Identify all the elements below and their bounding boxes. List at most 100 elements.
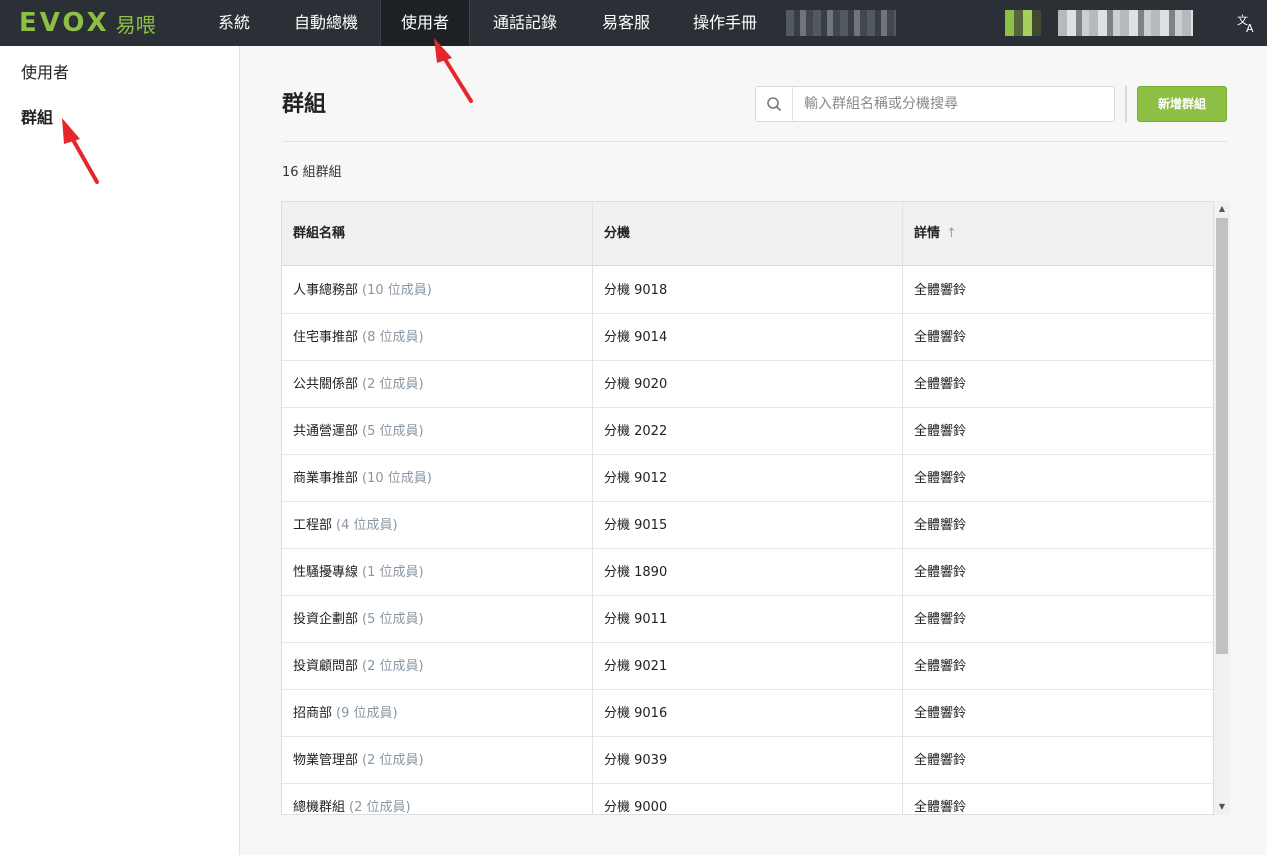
- column-divider: [592, 202, 593, 814]
- header-divider: [282, 141, 1227, 142]
- cell-group-name[interactable]: 投資企劃部 (5 位成員): [282, 596, 592, 643]
- cell-detail: 全體響鈴: [914, 471, 967, 486]
- column-header-extension[interactable]: 分機: [593, 202, 903, 266]
- group-name: 物業管理部: [293, 753, 359, 768]
- group-name: 招商部: [293, 706, 333, 721]
- sidebar-item-groups[interactable]: 群組: [21, 104, 53, 128]
- table-row[interactable]: 性騷擾專線 (1 位成員) 分機 1890 全體響鈴: [282, 549, 1213, 596]
- cell-group-name[interactable]: 商業事推部 (10 位成員): [282, 455, 592, 502]
- group-name: 公共關係部: [293, 377, 359, 392]
- cell-group-name[interactable]: 共通營運部 (5 位成員): [282, 408, 592, 455]
- table-row[interactable]: 投資顧問部 (2 位成員) 分機 9021 全體響鈴: [282, 643, 1213, 690]
- cell-extension: 分機 9015: [604, 518, 668, 533]
- member-count: (8 位成員): [362, 330, 424, 345]
- cell-group-name[interactable]: 總機群組 (2 位成員): [282, 784, 592, 814]
- table-row[interactable]: 商業事推部 (10 位成員) 分機 9012 全體響鈴: [282, 455, 1213, 502]
- cell-extension: 分機 9016: [604, 706, 668, 721]
- member-count: (2 位成員): [362, 659, 424, 674]
- table-row[interactable]: 投資企劃部 (5 位成員) 分機 9011 全體響鈴: [282, 596, 1213, 643]
- nav-users[interactable]: 使用者: [380, 0, 470, 46]
- nav-manual[interactable]: 操作手冊: [680, 0, 770, 46]
- group-count: 16 組群組: [282, 165, 342, 180]
- redacted-avatar: [1005, 10, 1041, 36]
- column-divider: [902, 202, 903, 814]
- member-count: (10 位成員): [362, 283, 432, 298]
- cell-group-name[interactable]: 物業管理部 (2 位成員): [282, 737, 592, 784]
- search-input[interactable]: [794, 87, 1112, 121]
- cell-extension: 分機 9012: [604, 471, 668, 486]
- group-name: 住宅事推部: [293, 330, 359, 345]
- cell-detail: 全體響鈴: [914, 706, 967, 721]
- column-header-detail-label: 詳情: [914, 226, 941, 241]
- svg-text:A: A: [1246, 22, 1254, 34]
- nav-call-records[interactable]: 通話記錄: [480, 0, 570, 46]
- cell-detail: 全體響鈴: [914, 800, 967, 815]
- scrollbar-thumb[interactable]: [1216, 218, 1228, 654]
- scroll-down-arrow-icon[interactable]: ▼: [1214, 799, 1230, 815]
- cell-extension: 分機 9039: [604, 753, 668, 768]
- member-count: (1 位成員): [362, 565, 424, 580]
- cell-extension: 分機 1890: [604, 565, 668, 580]
- column-header-group-name[interactable]: 群組名稱: [282, 202, 593, 266]
- table-row[interactable]: 公共關係部 (2 位成員) 分機 9020 全體響鈴: [282, 361, 1213, 408]
- scroll-up-arrow-icon[interactable]: ▲: [1214, 201, 1230, 217]
- group-name: 投資企劃部: [293, 612, 359, 627]
- cell-detail: 全體響鈴: [914, 330, 967, 345]
- member-count: (10 位成員): [362, 471, 432, 486]
- cell-extension: 分機 9018: [604, 283, 668, 298]
- cell-detail: 全體響鈴: [914, 377, 967, 392]
- cell-group-name[interactable]: 工程部 (4 位成員): [282, 502, 592, 549]
- add-group-button[interactable]: 新增群組: [1137, 86, 1227, 122]
- groups-table: 群組名稱 分機 詳情 ↑ 人事總務部 (10 位成員) 分機 9018 全體響鈴 住宅事推…: [281, 201, 1214, 815]
- search-icon[interactable]: [756, 87, 793, 121]
- sidebar-item-users[interactable]: 使用者: [21, 59, 69, 83]
- group-name: 投資顧問部: [293, 659, 359, 674]
- cell-extension: 分機 9000: [604, 800, 668, 815]
- translate-icon[interactable]: 文 A: [1236, 12, 1258, 35]
- group-name: 性騷擾專線: [293, 565, 359, 580]
- sidebar: 使用者 群組: [0, 46, 240, 855]
- column-header-detail[interactable]: 詳情 ↑: [903, 202, 1213, 266]
- redacted-user-name: [1058, 10, 1193, 36]
- cell-group-name[interactable]: 性騷擾專線 (1 位成員): [282, 549, 592, 596]
- sort-ascending-icon[interactable]: ↑: [946, 226, 957, 241]
- member-count: (4 位成員): [336, 518, 398, 533]
- table-row[interactable]: 招商部 (9 位成員) 分機 9016 全體響鈴: [282, 690, 1213, 737]
- table-row[interactable]: 工程部 (4 位成員) 分機 9015 全體響鈴: [282, 502, 1213, 549]
- cell-detail: 全體響鈴: [914, 659, 967, 674]
- top-navigation-bar: EVOX 易喂 系統 自動總機 使用者 通話記錄 易客服 操作手冊 文 A: [0, 0, 1267, 46]
- group-name: 共通營運部: [293, 424, 359, 439]
- page-title: 群組: [282, 92, 327, 117]
- logo-cn-text: 易喂: [115, 12, 156, 37]
- table-row[interactable]: 共通營運部 (5 位成員) 分機 2022 全體響鈴: [282, 408, 1213, 455]
- nav-easy-service[interactable]: 易客服: [592, 0, 660, 46]
- cell-group-name[interactable]: 人事總務部 (10 位成員): [282, 267, 592, 314]
- cell-extension: 分機 9014: [604, 330, 668, 345]
- cell-group-name[interactable]: 投資顧問部 (2 位成員): [282, 643, 592, 690]
- table-row[interactable]: 總機群組 (2 位成員) 分機 9000 全體響鈴: [282, 784, 1213, 815]
- evox-logo[interactable]: EVOX 易喂: [19, 7, 156, 39]
- cell-detail: 全體響鈴: [914, 565, 967, 580]
- cell-extension: 分機 9011: [604, 612, 668, 627]
- table-row[interactable]: 住宅事推部 (8 位成員) 分機 9014 全體響鈴: [282, 314, 1213, 361]
- member-count: (2 位成員): [362, 377, 424, 392]
- cell-extension: 分機 2022: [604, 424, 668, 439]
- cell-extension: 分機 9021: [604, 659, 668, 674]
- table-row[interactable]: 物業管理部 (2 位成員) 分機 9039 全體響鈴: [282, 737, 1213, 784]
- cell-group-name[interactable]: 住宅事推部 (8 位成員): [282, 314, 592, 361]
- search-box: [755, 86, 1115, 122]
- cell-detail: 全體響鈴: [914, 518, 967, 533]
- cell-group-name[interactable]: 招商部 (9 位成員): [282, 690, 592, 737]
- member-count: (5 位成員): [362, 424, 424, 439]
- group-name: 人事總務部: [293, 283, 359, 298]
- cell-group-name[interactable]: 公共關係部 (2 位成員): [282, 361, 592, 408]
- nav-auto-attendant[interactable]: 自動總機: [281, 0, 371, 46]
- table-scrollbar[interactable]: ▲ ▼: [1214, 201, 1230, 815]
- group-name: 商業事推部: [293, 471, 359, 486]
- nav-system[interactable]: 系統: [202, 0, 266, 46]
- member-count: (2 位成員): [362, 753, 424, 768]
- logo-text: EVOX: [19, 8, 110, 38]
- table-row[interactable]: 人事總務部 (10 位成員) 分機 9018 全體響鈴: [282, 267, 1213, 314]
- cell-detail: 全體響鈴: [914, 424, 967, 439]
- cell-detail: 全體響鈴: [914, 612, 967, 627]
